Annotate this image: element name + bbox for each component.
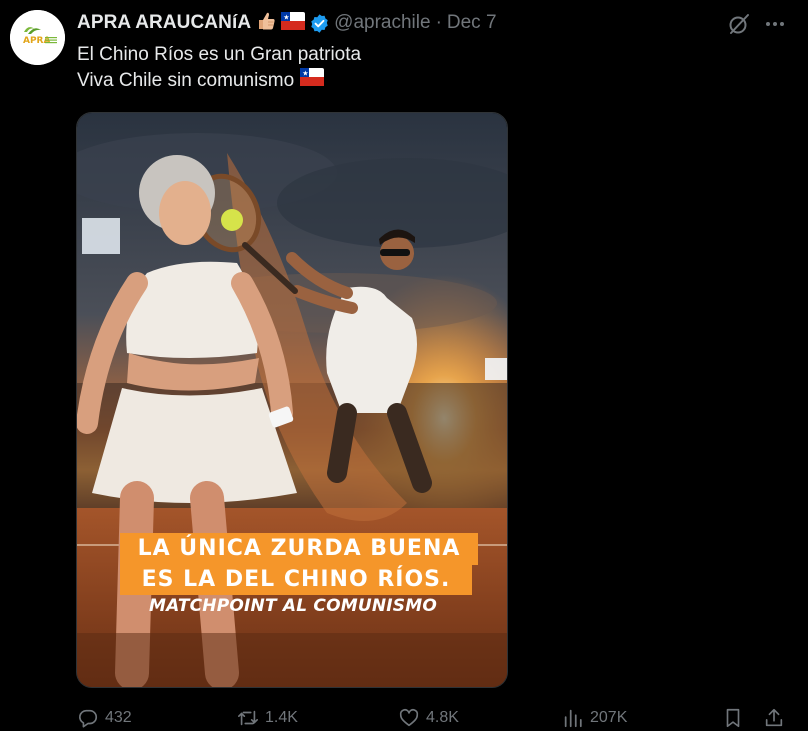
- share-button[interactable]: [763, 706, 785, 730]
- reply-button[interactable]: 432: [77, 706, 132, 730]
- tweet-media-image[interactable]: LA ÚNICA ZURDA BUENA ES LA DEL CHINO RÍO…: [76, 112, 508, 688]
- header-separator: ·: [435, 12, 442, 33]
- tweet-text: El Chino Ríos es un Gran patriota Viva C…: [77, 42, 361, 94]
- repost-icon: [238, 710, 258, 726]
- author-handle[interactable]: @aprachile: [334, 12, 430, 34]
- repost-count: 1.4K: [265, 709, 298, 726]
- chile-flag-emoji: ★: [300, 68, 325, 94]
- more-options-icon[interactable]: [763, 12, 787, 36]
- reply-count: 432: [105, 709, 132, 726]
- bookmark-icon: [726, 708, 740, 728]
- apra-logo: APRA: [10, 10, 65, 65]
- views-chart-icon: [564, 709, 582, 728]
- author-display-name[interactable]: APRA ARAUCANíA: [77, 12, 251, 34]
- share-icon: [765, 708, 783, 727]
- views-count: 207K: [590, 709, 628, 726]
- views-button[interactable]: 207K: [562, 706, 627, 730]
- heart-icon: [399, 708, 419, 727]
- svg-text:★: ★: [283, 13, 289, 21]
- like-count: 4.8K: [426, 709, 459, 726]
- image-caption-line-3: MATCHPOINT AL COMUNISMO: [148, 596, 438, 616]
- tweet-text-line-2: Viva Chile sin comunismo: [77, 70, 295, 91]
- tweet[interactable]: APRA APRA ARAUCANíA ★ @aprachile · Dec 7…: [0, 0, 808, 731]
- tweet-text-line: El Chino Ríos es un Gran patriota: [77, 42, 361, 68]
- bookmark-button[interactable]: [722, 706, 744, 730]
- svg-text:★: ★: [302, 70, 308, 78]
- repost-button[interactable]: 1.4K: [237, 706, 298, 730]
- tweet-text-line: Viva Chile sin comunismo ★: [77, 68, 361, 94]
- tweet-date[interactable]: Dec 7: [447, 12, 497, 34]
- chile-flag-emoji: ★: [281, 11, 306, 35]
- tweet-header: APRA ARAUCANíA ★ @aprachile · Dec 7: [77, 11, 497, 35]
- grok-icon[interactable]: [727, 12, 751, 36]
- like-button[interactable]: 4.8K: [398, 706, 459, 730]
- reply-icon: [78, 709, 98, 728]
- image-caption-line-2: ES LA DEL CHINO RÍOS.: [120, 565, 472, 595]
- tweet-text-line-1: El Chino Ríos es un Gran patriota: [77, 44, 362, 65]
- thumbs-up-emoji: [255, 10, 277, 37]
- author-avatar[interactable]: APRA: [10, 10, 65, 65]
- image-caption-line-1: LA ÚNICA ZURDA BUENA: [120, 533, 478, 565]
- verified-badge-icon[interactable]: [309, 13, 330, 34]
